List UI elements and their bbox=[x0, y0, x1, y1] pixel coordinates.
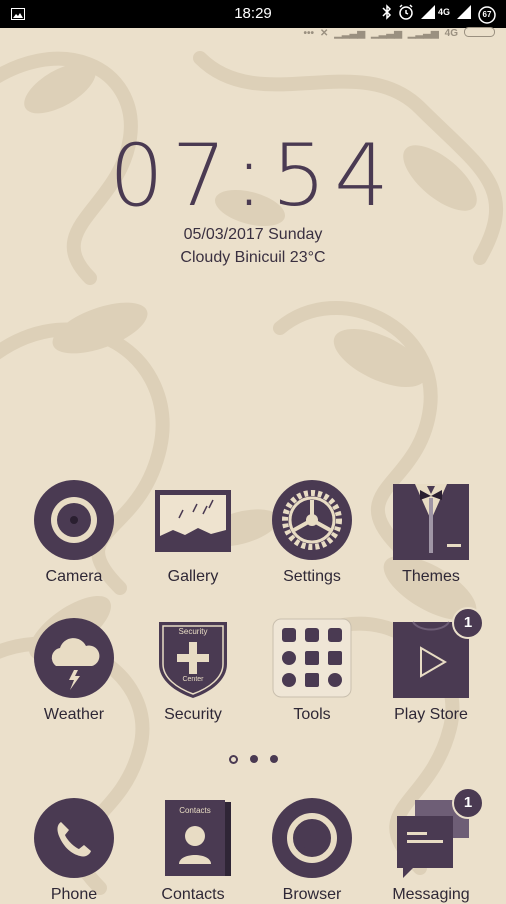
app-security[interactable]: Security Center Security bbox=[138, 618, 248, 724]
signal-icon bbox=[420, 4, 436, 25]
clock-weather[interactable]: Cloudy Binicuil 23°C bbox=[0, 249, 506, 267]
cloud-lightning-icon bbox=[34, 618, 114, 698]
clock-date: 05/03/2017 Sunday bbox=[183, 226, 323, 243]
camera-icon bbox=[34, 480, 114, 560]
battery-icon: 67 bbox=[478, 5, 496, 24]
browser-icon bbox=[272, 798, 352, 878]
page-indicator[interactable] bbox=[0, 755, 506, 764]
message-icon: 1 bbox=[391, 787, 484, 878]
security-icon-text: Center bbox=[182, 676, 204, 683]
dock-contacts[interactable]: Contacts Contacts bbox=[138, 798, 248, 904]
app-label: Themes bbox=[402, 568, 460, 585]
app-label: Settings bbox=[283, 568, 341, 585]
alarm-icon bbox=[398, 4, 414, 25]
gear-icon bbox=[272, 480, 352, 560]
secondary-status-row: ••• ✕ ▁▂▃▅ ▁▂▃▅ ▁▂▃▅ 4G bbox=[303, 26, 496, 40]
app-themes[interactable]: Themes bbox=[376, 480, 486, 586]
notification-badge: 1 bbox=[452, 787, 484, 819]
gallery-icon bbox=[153, 480, 233, 560]
security-icon-text: Security bbox=[178, 627, 208, 636]
app-camera[interactable]: Camera bbox=[19, 480, 129, 586]
play-icon: 1 bbox=[391, 607, 484, 698]
app-label: Security bbox=[164, 706, 222, 723]
mute-icon: ✕ bbox=[319, 27, 329, 39]
tuxedo-icon bbox=[391, 480, 471, 560]
app-label: Tools bbox=[293, 706, 331, 723]
bluetooth-icon bbox=[382, 4, 392, 25]
page-dot[interactable] bbox=[269, 755, 278, 763]
notification-badge: 1 bbox=[452, 607, 484, 639]
app-label: Play Store bbox=[394, 706, 468, 723]
page-dot[interactable] bbox=[249, 755, 258, 763]
app-label: Browser bbox=[282, 886, 342, 903]
app-play-store[interactable]: 1 Play Store bbox=[376, 607, 486, 724]
signal-bars-icon: ▁▂▃▅ bbox=[407, 27, 439, 39]
app-label: Weather bbox=[43, 706, 105, 723]
contacts-icon: Contacts bbox=[153, 798, 233, 878]
dock-browser[interactable]: Browser bbox=[257, 798, 367, 904]
battery-bar-icon bbox=[464, 26, 496, 40]
app-settings[interactable]: Settings bbox=[257, 480, 367, 586]
signal-icon bbox=[456, 4, 472, 25]
app-label: Phone bbox=[50, 886, 98, 903]
network-type: 4G bbox=[437, 6, 450, 17]
clock-time[interactable]: 07:54 bbox=[0, 128, 506, 224]
dock-messaging[interactable]: 1 Messaging bbox=[376, 787, 486, 904]
app-label: Messaging bbox=[392, 886, 470, 903]
app-weather[interactable]: Weather bbox=[19, 618, 129, 724]
app-label: Contacts bbox=[161, 886, 225, 903]
phone-icon bbox=[34, 798, 114, 878]
app-gallery[interactable]: Gallery bbox=[138, 480, 248, 586]
dock-phone[interactable]: Phone bbox=[19, 798, 129, 904]
more-dots-icon: ••• bbox=[303, 27, 314, 39]
signal-bars-icon: ▁▂▃▅ bbox=[334, 27, 366, 39]
page-dot[interactable] bbox=[228, 755, 238, 764]
tools-folder-icon bbox=[272, 618, 352, 698]
folder-tools[interactable]: Tools bbox=[257, 618, 367, 724]
signal-bars-icon: ▁▂▃▅ bbox=[371, 27, 402, 39]
app-label: Camera bbox=[45, 568, 103, 585]
battery-level: 67 bbox=[482, 9, 492, 19]
network-type-secondary: 4G bbox=[444, 27, 458, 39]
shield-plus-icon: Security Center bbox=[153, 618, 233, 698]
app-label: Gallery bbox=[167, 568, 219, 585]
status-bar: 18:29 4G 67 bbox=[0, 0, 506, 28]
contacts-icon-text: Contacts bbox=[179, 806, 211, 815]
